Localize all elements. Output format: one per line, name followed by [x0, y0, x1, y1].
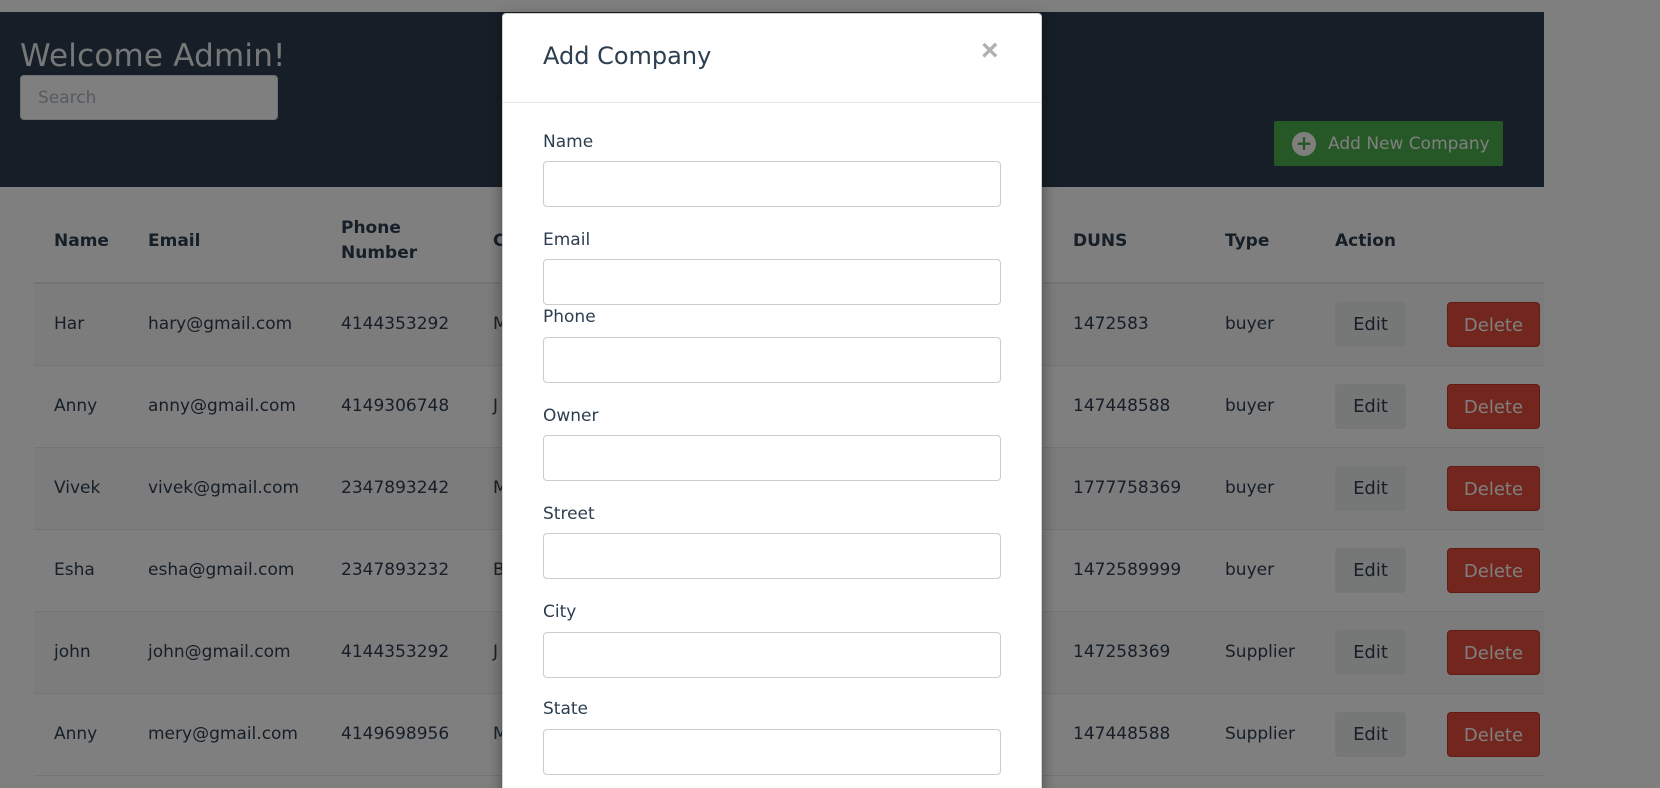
owner-field[interactable] — [543, 435, 1001, 481]
city-field[interactable] — [543, 632, 1001, 678]
modal-title: Add Company — [543, 42, 712, 70]
email-label: Email — [543, 230, 591, 250]
close-icon[interactable]: × — [981, 36, 999, 66]
phone-label: Phone — [543, 307, 596, 327]
name-label: Name — [543, 132, 594, 152]
city-label: City — [543, 602, 577, 622]
state-field[interactable] — [543, 729, 1001, 775]
state-label: State — [543, 699, 588, 719]
owner-label: Owner — [543, 406, 599, 426]
modal-header: Add Company × — [503, 14, 1041, 103]
email-field[interactable] — [543, 259, 1001, 305]
street-field[interactable] — [543, 533, 1001, 579]
street-label: Street — [543, 504, 595, 524]
add-company-modal: Add Company × Name Email Phone Owner Str… — [502, 13, 1042, 788]
phone-field[interactable] — [543, 337, 1001, 383]
name-field[interactable] — [543, 161, 1001, 207]
